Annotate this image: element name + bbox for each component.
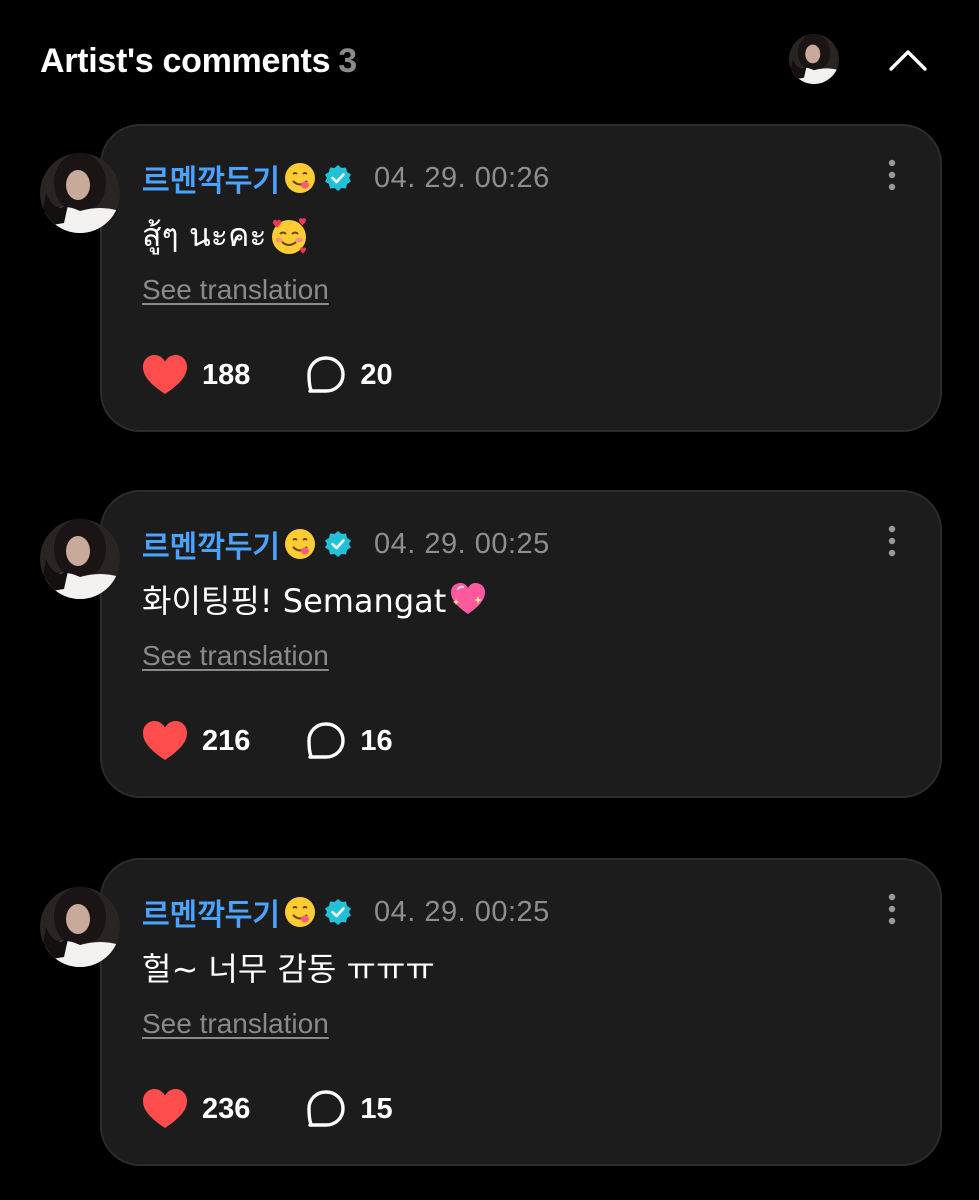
comment-actions: 216 16 [142,718,393,764]
comment-card[interactable]: 르멘깍두기 04. 29. 00:25 화이팅핑! Semangat See t… [100,490,942,798]
section-title: Artist's comments 3 [40,42,357,81]
comment-text: 헐~ 너무 감동 ㅠㅠㅠ [142,944,435,990]
author-name[interactable]: 르멘깍두기 [142,156,280,200]
comment-text: 화이팅핑! Semangat [142,576,488,622]
comment-item: 르멘깍두기 04. 29. 00:26 สู้ๆ นะคะ See transl… [40,124,942,432]
comment-text: สู้ๆ นะคะ [142,210,309,261]
collapse-button[interactable] [886,38,930,82]
avatar-image [40,887,120,967]
smiling-face-with-hearts-emoji [270,216,307,255]
reply-button[interactable]: 20 [306,355,393,395]
comment-text-content: 헐~ 너무 감동 ㅠㅠㅠ [142,950,435,988]
comment-bubble-icon [307,356,346,393]
savoring-face-emoji [284,528,316,560]
savoring-face-emoji [284,162,316,194]
comment-bubble-icon [307,1090,346,1127]
comment-timestamp: 04. 29. 00:25 [374,527,550,560]
comment-text-content: 화이팅핑! Semangat [142,582,447,620]
author-name[interactable]: 르멘깍두기 [142,522,280,566]
savoring-face-emoji [284,896,316,928]
see-translation-link[interactable]: See translation [142,1008,329,1040]
like-count: 216 [202,724,251,757]
comment-text-content: สู้ๆ นะคะ [142,216,267,254]
reply-button[interactable]: 15 [306,1089,393,1129]
comment-meta: 르멘깍두기 04. 29. 00:25 [142,890,550,934]
see-translation-link[interactable]: See translation [142,274,329,306]
like-button[interactable]: 236 [142,1088,250,1130]
sparkling-heart-emoji [450,582,487,615]
like-button[interactable]: 216 [142,720,250,762]
artist-avatar[interactable] [789,34,839,84]
comment-count: 3 [338,42,357,80]
verified-badge-icon [324,898,352,926]
reply-button[interactable]: 16 [306,721,393,761]
comment-bubble-icon [307,722,346,759]
reply-count: 15 [360,1092,393,1125]
avatar[interactable] [40,153,120,233]
see-translation-link[interactable]: See translation [142,640,329,672]
comment-meta: 르멘깍두기 04. 29. 00:25 [142,522,550,566]
author-name[interactable]: 르멘깍두기 [142,890,280,934]
avatar-image [40,519,120,599]
comment-card[interactable]: 르멘깍두기 04. 29. 00:25 헐~ 너무 감동 ㅠㅠㅠ See tra… [100,858,942,1166]
avatar-image [789,34,839,84]
like-count: 188 [202,358,251,391]
avatar-image [40,153,120,233]
comment-actions: 188 20 [142,352,393,398]
comment-timestamp: 04. 29. 00:26 [374,161,550,194]
avatar[interactable] [40,887,120,967]
verified-badge-icon [324,530,352,558]
comment-meta: 르멘깍두기 04. 29. 00:26 [142,156,550,200]
reply-count: 16 [360,724,393,757]
more-options-icon[interactable] [882,524,902,558]
like-count: 236 [202,1092,251,1125]
comment-actions: 236 15 [142,1086,393,1132]
comment-timestamp: 04. 29. 00:25 [374,895,550,928]
heart-icon [143,355,187,394]
avatar[interactable] [40,519,120,599]
heart-icon [143,1089,187,1128]
section-title-text: Artist's comments [40,42,331,80]
comment-card[interactable]: 르멘깍두기 04. 29. 00:26 สู้ๆ นะคะ See transl… [100,124,942,432]
more-options-icon[interactable] [882,158,902,192]
like-button[interactable]: 188 [142,354,250,396]
comment-item: 르멘깍두기 04. 29. 00:25 헐~ 너무 감동 ㅠㅠㅠ See tra… [40,858,942,1166]
verified-badge-icon [324,164,352,192]
comment-item: 르멘깍두기 04. 29. 00:25 화이팅핑! Semangat See t… [40,490,942,798]
more-options-icon[interactable] [882,892,902,926]
comments-header: Artist's comments 3 [40,34,940,86]
chevron-up-icon [889,50,927,71]
heart-icon [143,721,187,760]
reply-count: 20 [360,358,393,391]
